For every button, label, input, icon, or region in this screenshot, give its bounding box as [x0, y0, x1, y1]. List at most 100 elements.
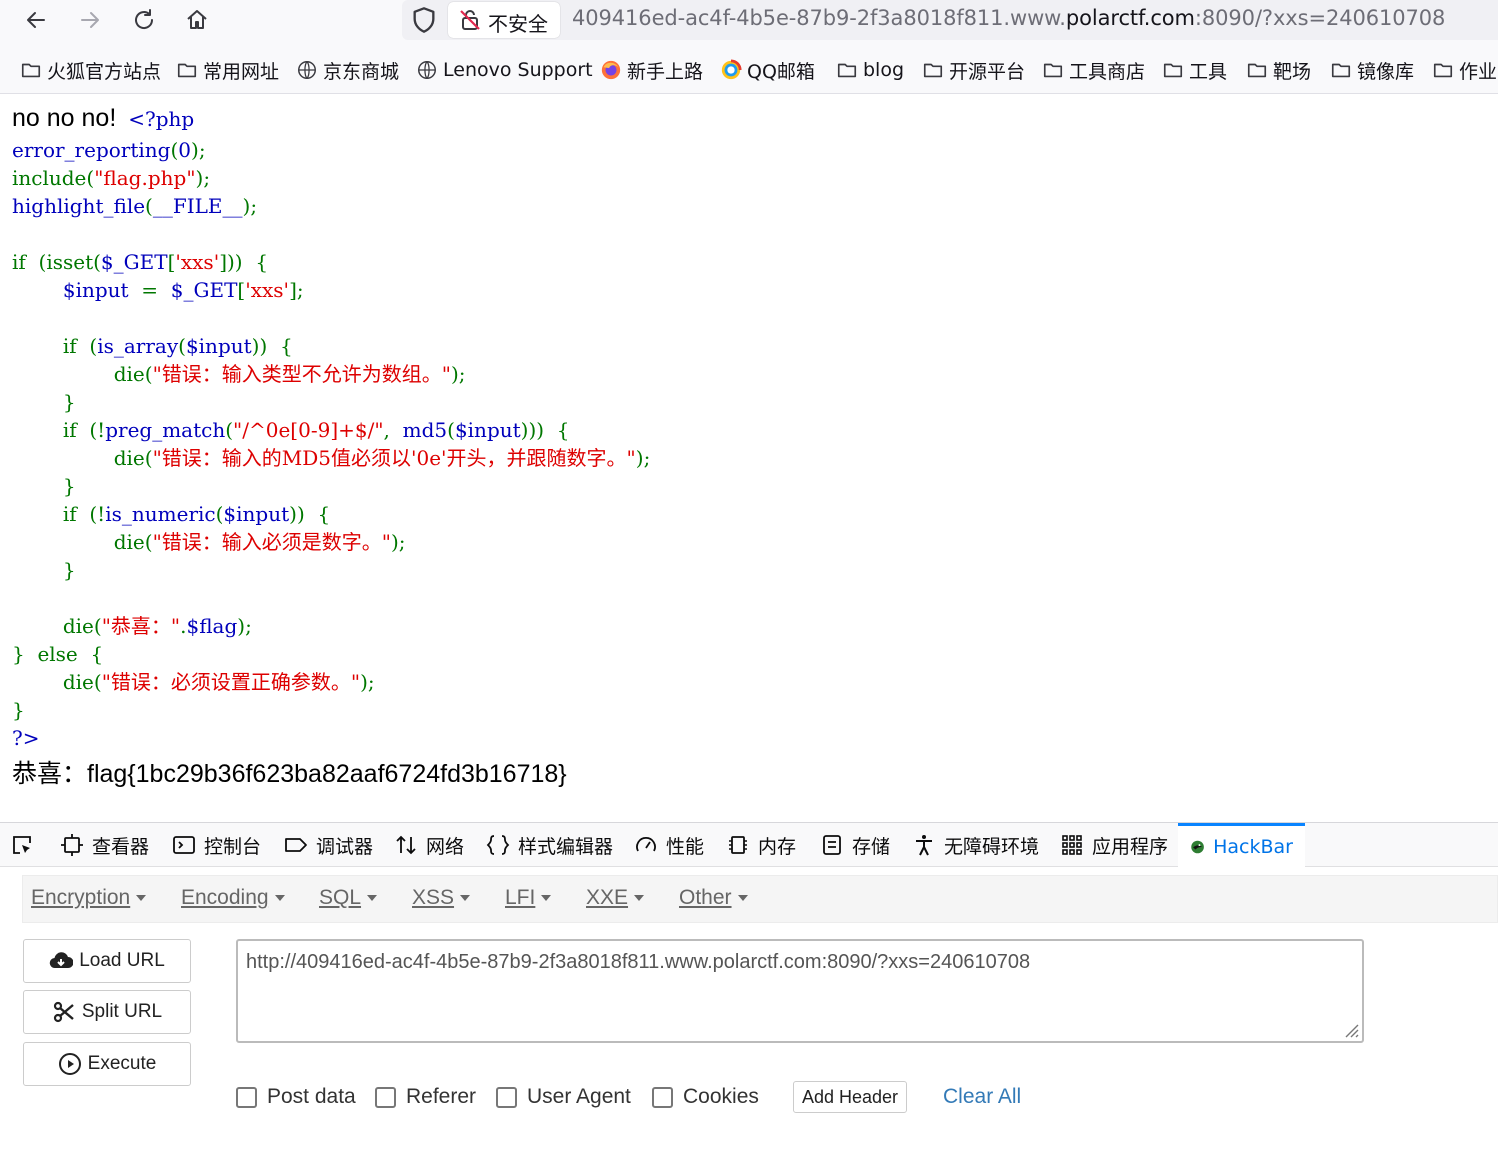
bookmark-item[interactable]: 工具: [1162, 56, 1227, 84]
execute-button[interactable]: Execute: [23, 1042, 191, 1086]
bookmark-item[interactable]: 靶场: [1246, 56, 1311, 84]
tab-label: 查看器: [92, 835, 150, 858]
bookmark-item[interactable]: 开源平台: [922, 56, 1025, 84]
tab-accessibility[interactable]: 无障碍环境: [912, 823, 1039, 867]
bookmark-item[interactable]: 火狐官方站点: [20, 56, 161, 84]
split-url-button[interactable]: Split URL: [23, 990, 191, 1034]
menu-encryption[interactable]: Encryption: [31, 886, 147, 910]
tab-label: 样式编辑器: [518, 835, 614, 858]
bookmark-item[interactable]: 镜像库: [1330, 56, 1414, 84]
referer-checkbox[interactable]: Referer: [375, 1085, 476, 1109]
option-label: Cookies: [683, 1085, 759, 1108]
menu-label: Encoding: [181, 886, 269, 909]
bookmark-label: 工具: [1189, 60, 1228, 83]
php-source-code: error_reporting(0); include("flag.php");…: [12, 138, 651, 750]
chevron-down-icon: [541, 895, 552, 902]
tab-element-picker[interactable]: [10, 823, 34, 867]
element-picker-icon: [13, 836, 31, 854]
debugger-icon: [285, 838, 307, 852]
url-text[interactable]: 409416ed-ac4f-4b5e-87b9-2f3a8018f811.www…: [572, 6, 1445, 30]
user-agent-checkbox[interactable]: User Agent: [496, 1085, 631, 1109]
checkbox-box[interactable]: [496, 1086, 517, 1108]
first-line: no no no! <?php: [12, 104, 1482, 136]
globe-icon: [418, 61, 436, 79]
clear-all-link[interactable]: Clear All: [943, 1085, 1021, 1109]
menu-label: SQL: [319, 886, 362, 909]
tab-network[interactable]: 网络: [394, 823, 464, 867]
bookmark-item[interactable]: Lenovo Support: [416, 56, 593, 84]
bookmark-item[interactable]: QQ邮箱: [720, 56, 815, 84]
bookmark-label: 常用网址: [203, 60, 280, 83]
bookmark-label: blog: [863, 59, 905, 81]
bookmark-item[interactable]: 新手上路: [600, 56, 703, 84]
bookmark-item[interactable]: 作业: [1432, 56, 1497, 84]
page-content: no no no! <?php error_reporting(0); incl…: [12, 104, 1482, 790]
tab-storage[interactable]: 存储: [820, 823, 890, 867]
url-suffix: :8090/?xxs=240610708: [1194, 6, 1446, 30]
bookmark-label: QQ邮箱: [747, 60, 815, 83]
connection-insecure-indicator[interactable]: 不安全: [448, 2, 560, 38]
play-circle-icon: [58, 1053, 81, 1075]
back-button[interactable]: [18, 4, 54, 36]
menu-sql[interactable]: SQL: [319, 886, 378, 910]
navigation-toolbar: 不安全 409416ed-ac4f-4b5e-87b9-2f3a8018f811…: [0, 0, 1498, 44]
tab-console[interactable]: 控制台: [172, 823, 261, 867]
tab-application[interactable]: 应用程序: [1060, 823, 1168, 867]
reload-button[interactable]: [126, 4, 162, 36]
chevron-down-icon: [367, 895, 378, 902]
bookmark-label: 靶场: [1273, 60, 1312, 83]
scissors-icon: [53, 1001, 74, 1023]
performance-icon: [636, 837, 656, 852]
folder-icon: [177, 63, 197, 78]
load-url-button[interactable]: Load URL: [23, 939, 191, 983]
tab-hackbar[interactable]: HackBar: [1178, 823, 1305, 867]
post-data-checkbox[interactable]: Post data: [236, 1085, 356, 1109]
option-label: Post data: [267, 1085, 356, 1108]
tracking-protection-shield-icon[interactable]: [410, 6, 438, 34]
chevron-down-icon: [460, 895, 471, 902]
home-button[interactable]: [179, 4, 215, 36]
globe-icon: [298, 61, 316, 79]
checkbox-box[interactable]: [236, 1086, 257, 1108]
cookies-checkbox[interactable]: Cookies: [652, 1085, 759, 1109]
menu-lfi[interactable]: LFI: [505, 886, 552, 910]
menu-encoding[interactable]: Encoding: [181, 886, 285, 910]
checkbox-box[interactable]: [375, 1086, 396, 1108]
menu-label: XSS: [412, 886, 455, 909]
insecure-lock-icon: [460, 10, 480, 30]
folder-icon: [1433, 63, 1453, 78]
resize-handle-icon[interactable]: [1341, 1020, 1359, 1038]
bookmark-item[interactable]: 常用网址: [176, 56, 279, 84]
menu-other[interactable]: Other: [679, 886, 748, 910]
bookmark-item[interactable]: 京东商城: [296, 56, 399, 84]
url-prefix: 409416ed-ac4f-4b5e-87b9-2f3a8018f811.www…: [572, 6, 1066, 30]
folder-icon: [1043, 63, 1063, 78]
bookmark-item[interactable]: blog: [836, 56, 904, 84]
tab-inspector[interactable]: 查看器: [60, 823, 149, 867]
tab-performance[interactable]: 性能: [634, 823, 704, 867]
forward-button[interactable]: [72, 4, 108, 36]
tab-debugger[interactable]: 调试器: [284, 823, 373, 867]
tab-label: 内存: [758, 835, 797, 858]
menu-xxe[interactable]: XXE: [586, 886, 645, 910]
bookmark-label: 京东商城: [323, 60, 400, 83]
memory-icon: [729, 836, 747, 854]
checkbox-box[interactable]: [652, 1086, 673, 1108]
tab-label: 存储: [852, 835, 891, 858]
arrow-right-icon: [81, 12, 99, 28]
bookmark-label: Lenovo Support: [443, 59, 593, 81]
bookmark-label: 火狐官方站点: [47, 60, 162, 83]
button-label: Load URL: [79, 950, 165, 971]
url-host: polarctf.com: [1065, 6, 1195, 30]
add-header-button[interactable]: Add Header: [793, 1081, 907, 1113]
tab-memory[interactable]: 内存: [726, 823, 796, 867]
chevron-down-icon: [274, 895, 285, 902]
hackbar-url-textarea[interactable]: http://409416ed-ac4f-4b5e-87b9-2f3a8018f…: [236, 939, 1364, 1043]
menu-xss[interactable]: XSS: [412, 886, 471, 910]
tab-label: 应用程序: [1092, 835, 1169, 858]
bookmark-item[interactable]: 工具商店: [1042, 56, 1145, 84]
home-icon: [187, 10, 207, 29]
tab-style-editor[interactable]: 样式编辑器: [486, 823, 613, 867]
button-label: Execute: [87, 1053, 157, 1074]
folder-icon: [21, 63, 41, 78]
